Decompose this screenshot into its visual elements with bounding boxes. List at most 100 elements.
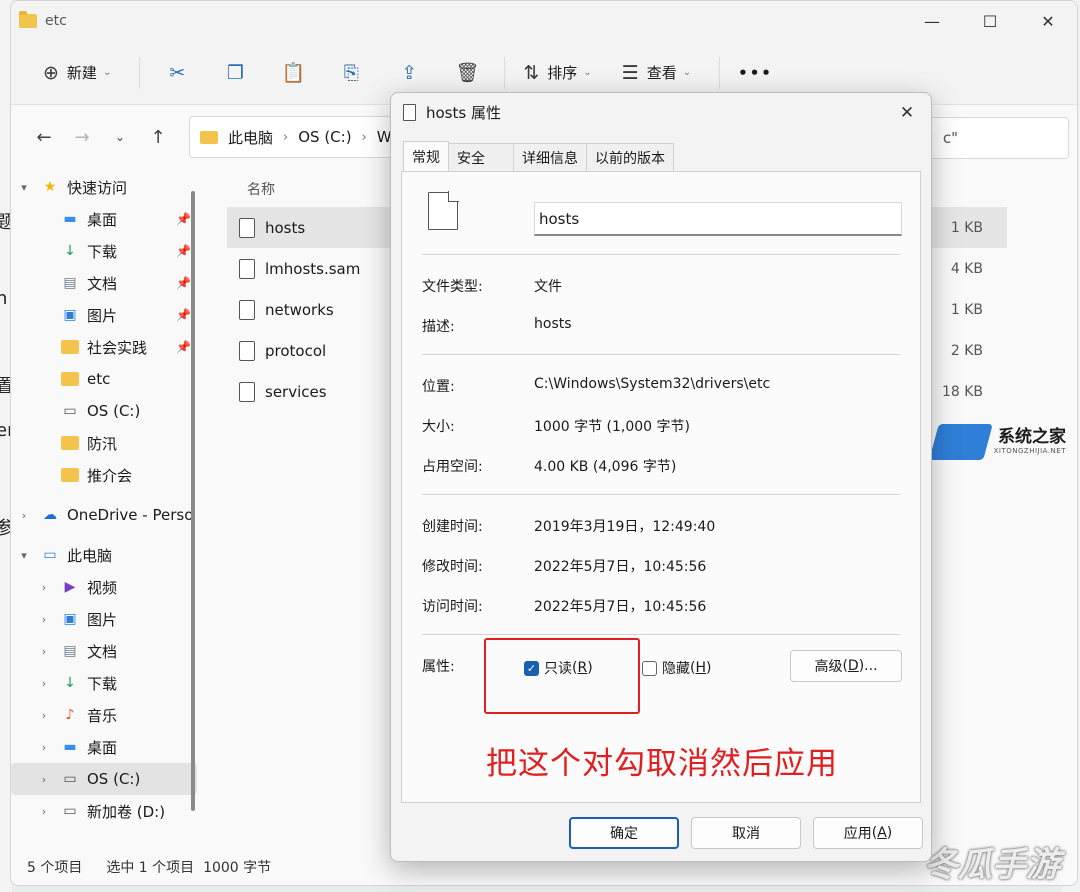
sidebar-item-label: 此电脑 xyxy=(67,546,113,565)
size-label: 大小: xyxy=(422,419,455,435)
desktop-icon: ▬ xyxy=(63,739,77,755)
apply-button[interactable]: 应用(A) xyxy=(813,817,923,849)
file-size: 1 KB xyxy=(950,301,983,318)
file-icon xyxy=(239,299,255,320)
sidebar-item[interactable]: › ▤ 文档 xyxy=(11,635,197,667)
chevron-right-icon[interactable]: › xyxy=(37,709,51,722)
sidebar-item[interactable]: 防汛 xyxy=(11,427,197,459)
sidebar-item[interactable]: ↓ 下载 📌 xyxy=(11,235,197,267)
up-button[interactable]: ↑ xyxy=(139,118,177,156)
clipboard-icon: 📋 xyxy=(281,62,306,84)
sidebar-item[interactable]: etc xyxy=(11,363,197,395)
navigation-scrollbar[interactable] xyxy=(191,191,195,811)
chevron-down-icon[interactable]: ▾ xyxy=(17,181,31,194)
computer-icon: ▭ xyxy=(43,547,57,563)
arrow-left-icon: ← xyxy=(36,126,52,148)
sidebar-item-label: etc xyxy=(87,370,111,388)
sidebar-item[interactable]: › ▣ 图片 xyxy=(11,603,197,635)
sidebar-item[interactable]: › ▶ 视频 xyxy=(11,571,197,603)
sidebar-item-label: 图片 xyxy=(87,610,118,629)
tab-previous-versions[interactable]: 以前的版本 xyxy=(586,143,674,171)
sidebar-item[interactable]: › ▬ 桌面 xyxy=(11,731,197,763)
breadcrumb-os-c[interactable]: OS (C:) xyxy=(298,128,351,146)
ok-button[interactable]: 确定 xyxy=(569,817,679,849)
file-size: 4 KB xyxy=(950,260,983,277)
disk-size-value: 4.00 KB (4,096 字节) xyxy=(534,459,677,475)
more-options-button[interactable]: ••• xyxy=(728,53,783,93)
chevron-right-icon[interactable]: › xyxy=(17,509,31,522)
tab-security[interactable]: 安全 xyxy=(448,143,514,171)
sidebar-item[interactable]: › ▭ 新加卷 (D:) xyxy=(11,795,197,827)
download-icon: ↓ xyxy=(64,243,76,259)
sidebar-item[interactable]: ▭ OS (C:) xyxy=(11,395,197,427)
forward-button[interactable]: → xyxy=(63,118,101,156)
toolbar-divider xyxy=(504,56,506,89)
sidebar-item[interactable]: 社会实践 📌 xyxy=(11,331,197,363)
file-icon xyxy=(239,217,255,238)
properties-dialog: hosts 属性 ✕ 常规 安全 详细信息 以前的版本 hosts 文件类型: … xyxy=(390,92,932,862)
arrow-right-icon: → xyxy=(74,126,90,148)
sidebar-item[interactable]: ▤ 文档 📌 xyxy=(11,267,197,299)
chevron-right-icon[interactable]: › xyxy=(37,645,51,658)
title-bar[interactable]: etc — ☐ ✕ xyxy=(11,1,1077,41)
chevron-right-icon[interactable]: › xyxy=(37,773,51,786)
close-window-button[interactable]: ✕ xyxy=(1019,1,1077,41)
back-button[interactable]: ← xyxy=(25,118,63,156)
sidebar-item[interactable]: › ▭ OS (C:) xyxy=(11,763,197,795)
file-size: 2 KB xyxy=(950,342,983,359)
chevron-right-icon[interactable]: › xyxy=(37,677,51,690)
location-label: 位置: xyxy=(422,379,455,395)
picture-icon: ▣ xyxy=(63,307,77,323)
new-button[interactable]: ⊕ 新建 ⌄ xyxy=(33,53,121,93)
file-name-input[interactable]: hosts xyxy=(534,202,902,236)
tab-details[interactable]: 详细信息 xyxy=(513,143,587,171)
tab-general[interactable]: 常规 xyxy=(403,141,449,171)
toolbar-divider xyxy=(719,56,721,89)
sidebar-item[interactable]: › ↓ 下载 xyxy=(11,667,197,699)
address-bar[interactable]: 此电脑 › OS (C:) › W xyxy=(189,116,419,158)
share-button[interactable]: ⇪ xyxy=(380,53,438,93)
minimize-button[interactable]: — xyxy=(903,1,961,41)
sidebar-item-label: 文档 xyxy=(87,642,118,661)
checkbox-empty-icon xyxy=(642,660,657,676)
chevron-right-icon[interactable]: › xyxy=(37,741,51,754)
sidebar-item-label: 下载 xyxy=(87,242,118,261)
type-label: 文件类型: xyxy=(422,279,483,295)
sidebar-item[interactable]: › ☁ OneDrive - Perso xyxy=(11,499,197,531)
sidebar-item[interactable]: ▬ 桌面 📌 xyxy=(11,203,197,235)
sidebar-item[interactable]: ▾ ★ 快速访问 xyxy=(11,171,197,203)
chevron-right-icon[interactable]: › xyxy=(37,805,51,818)
cancel-button[interactable]: 取消 xyxy=(691,817,801,849)
chevron-down-icon: ⌄ xyxy=(102,67,112,78)
sidebar-item[interactable]: 推介会 xyxy=(11,459,197,491)
file-name: services xyxy=(265,382,327,401)
chevron-right-icon[interactable]: › xyxy=(37,581,51,594)
sidebar-item[interactable]: › ♪ 音乐 xyxy=(11,699,197,731)
sidebar-item[interactable]: ▾ ▭ 此电脑 xyxy=(11,539,197,571)
copy-button[interactable]: ❐ xyxy=(206,53,264,93)
maximize-button[interactable]: ☐ xyxy=(961,1,1019,41)
search-input[interactable]: c" xyxy=(919,117,1069,159)
recent-locations-button[interactable]: ⌄ xyxy=(101,118,139,156)
advanced-button[interactable]: 高级(D)... xyxy=(790,650,902,682)
breadcrumb-this-pc[interactable]: 此电脑 xyxy=(228,127,273,148)
delete-button[interactable]: 🗑 xyxy=(438,53,496,93)
hidden-checkbox[interactable]: 隐藏(H) xyxy=(642,658,711,678)
view-button[interactable]: ☰ 查看 ⌄ xyxy=(612,53,701,93)
rename-icon: ⎘ xyxy=(343,61,359,84)
watermark-logo: 系统之家 XITONGZHIJIA.NET xyxy=(928,422,1066,460)
chevron-right-icon[interactable]: › xyxy=(37,613,51,626)
sidebar-item[interactable]: ▣ 图片 📌 xyxy=(11,299,197,331)
modified-label: 修改时间: xyxy=(422,559,483,575)
file-name: hosts xyxy=(265,218,306,237)
sort-button[interactable]: ⇅ 排序 ⌄ xyxy=(513,53,601,93)
sidebar-item-label: 视频 xyxy=(87,578,118,597)
paste-button[interactable]: 📋 xyxy=(264,53,322,93)
cut-button[interactable]: ✂ xyxy=(148,53,206,93)
dialog-title-bar[interactable]: hosts 属性 xyxy=(391,93,931,131)
chevron-down-icon[interactable]: ▾ xyxy=(17,549,31,562)
dialog-close-button[interactable]: ✕ xyxy=(893,99,921,127)
rename-button[interactable]: ⎘ xyxy=(322,53,380,93)
dialog-title: hosts 属性 xyxy=(426,103,501,122)
sidebar-item-label: 社会实践 xyxy=(87,338,148,357)
